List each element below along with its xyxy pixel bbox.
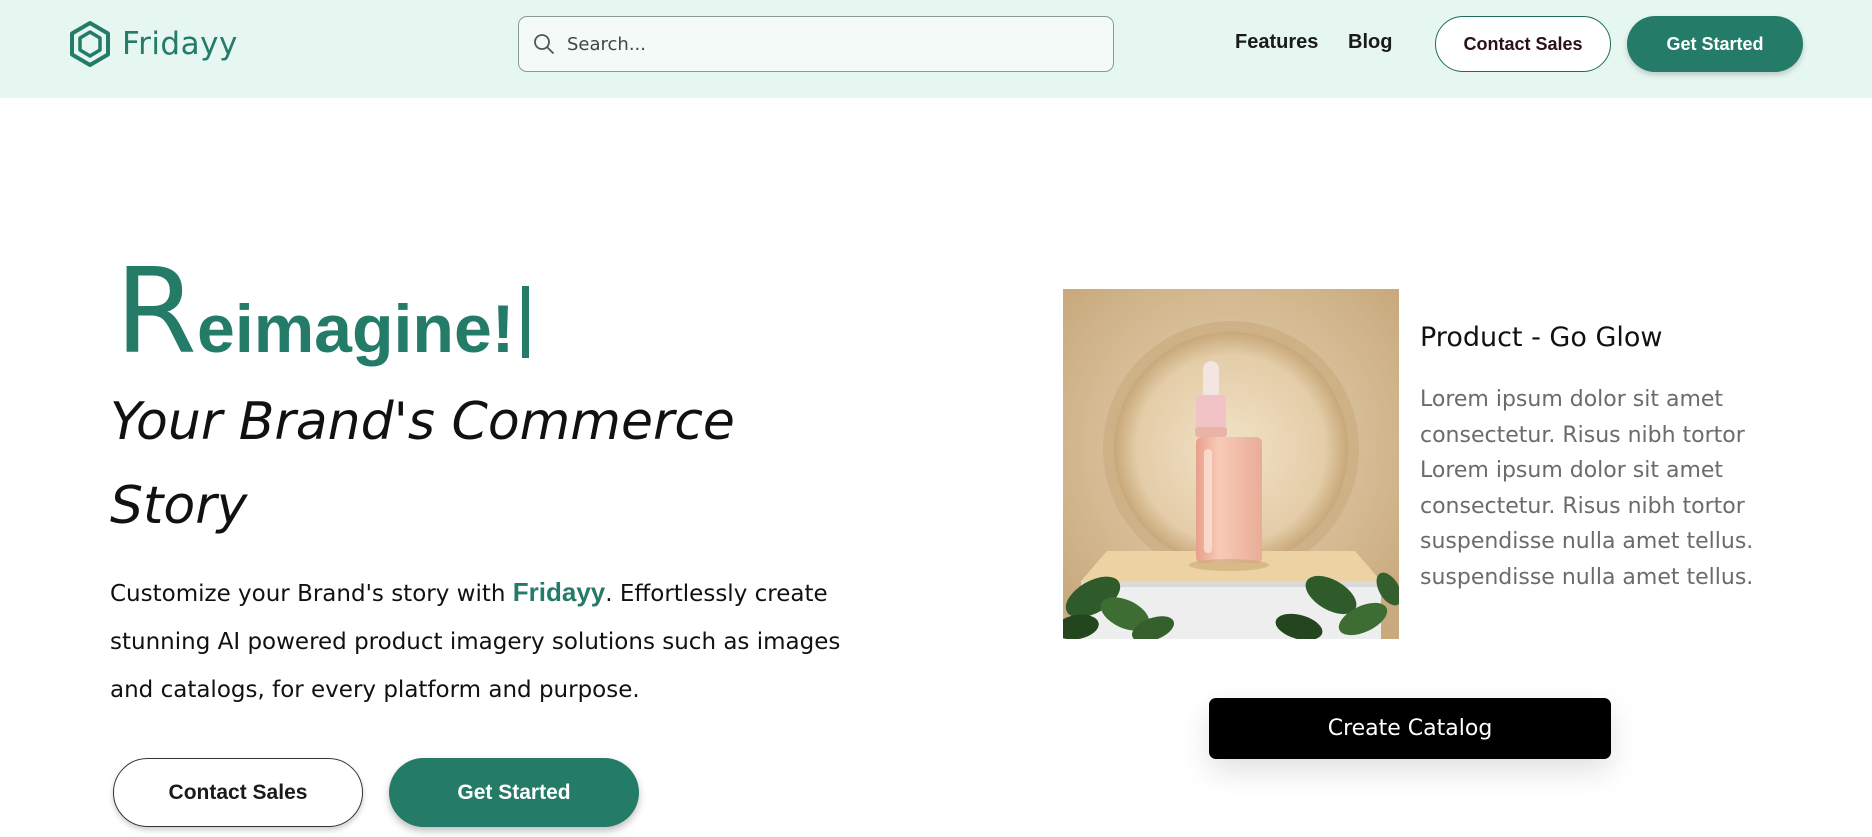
brand-name: Fridayy (122, 26, 238, 62)
hero-title: Reimagine! (115, 252, 530, 370)
hero-desc-brand: Fridayy (512, 577, 606, 607)
hero-title-rest: eimagine! (197, 291, 515, 367)
hero-title-initial: R (115, 242, 197, 380)
top-nav-bar: Fridayy Features Blog Contact Sales Get … (0, 0, 1872, 98)
product-description: Lorem ipsum dolor sit amet consectetur. … (1420, 387, 1754, 590)
product-title: Product - Go Glow (1420, 322, 1663, 353)
brand-logo[interactable]: Fridayy (66, 20, 238, 68)
hero-contact-sales-button[interactable]: Contact Sales (113, 758, 363, 827)
hexagon-logo-icon (70, 21, 110, 67)
header-get-started-button[interactable]: Get Started (1627, 16, 1803, 72)
serum-bottle-product-photo (1063, 289, 1399, 639)
typing-cursor (522, 286, 530, 358)
nav-link-blog[interactable]: Blog (1348, 31, 1392, 54)
search-input[interactable] (567, 33, 1087, 55)
create-catalog-button[interactable]: Create Catalog (1209, 698, 1611, 759)
product-image (1063, 289, 1399, 639)
header-contact-sales-button[interactable]: Contact Sales (1435, 16, 1611, 72)
hero-desc-lead: Customize your Brand's story with (110, 581, 513, 607)
search-box[interactable] (518, 16, 1114, 72)
hero-get-started-button[interactable]: Get Started (389, 758, 639, 827)
nav-link-features[interactable]: Features (1235, 31, 1318, 54)
search-icon (534, 34, 554, 54)
hero-description: Customize your Brand's story with Friday… (110, 568, 890, 714)
hero-subtitle: Your Brand's Commerce Story (110, 392, 735, 536)
